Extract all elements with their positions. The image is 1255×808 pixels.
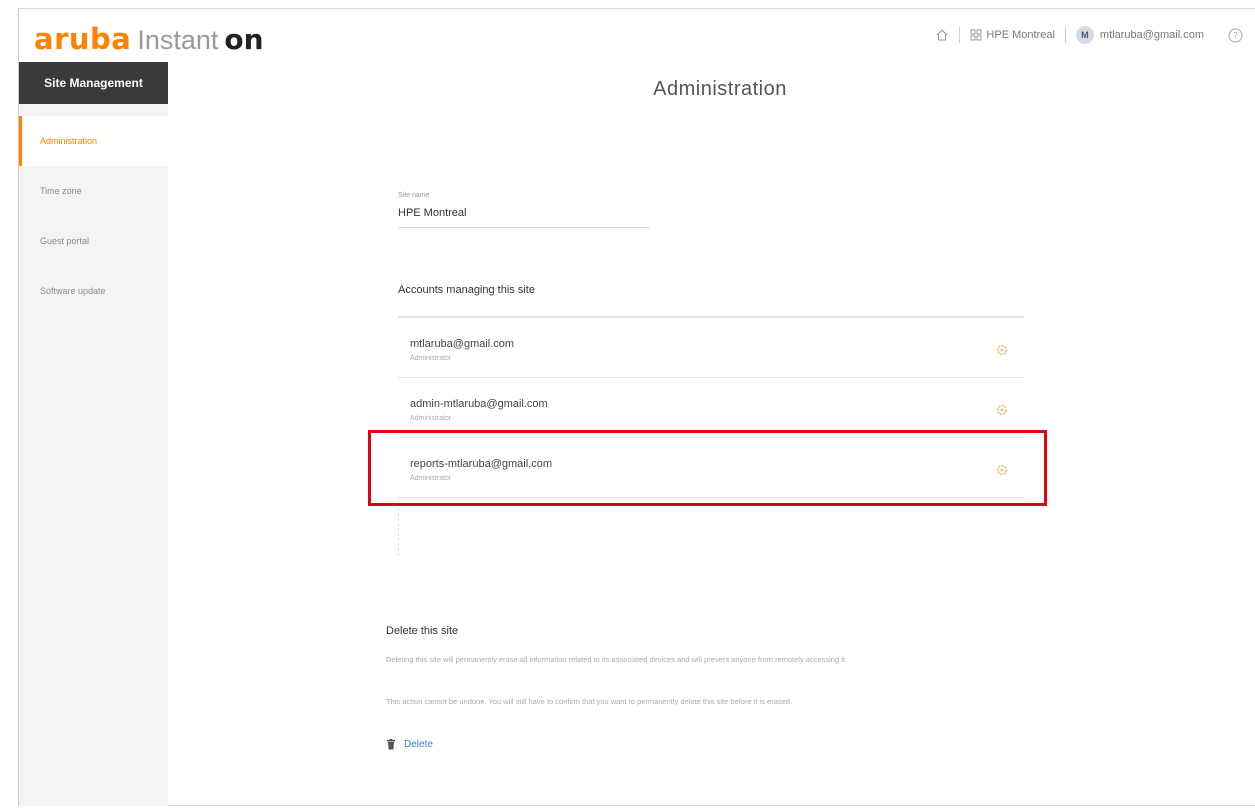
sidebar-nav: Administration Time zone Guest portal So… bbox=[19, 116, 168, 316]
delete-site-button[interactable]: Delete bbox=[386, 739, 433, 750]
site-switcher[interactable]: HPE Montreal bbox=[970, 29, 1055, 41]
account-email: mtlaruba@gmail.com bbox=[410, 338, 515, 350]
sidebar: Site Management Administration Time zone… bbox=[19, 62, 168, 806]
delete-section-title: Delete this site bbox=[386, 625, 459, 637]
header-divider bbox=[959, 27, 961, 43]
gear-icon[interactable] bbox=[996, 404, 1008, 416]
header-toolbar: HPE Montreal M mtlaruba@gmail.com ? bbox=[935, 24, 1243, 46]
sidebar-header: Site Management bbox=[19, 62, 168, 104]
sidebar-item-guest-portal[interactable]: Guest portal bbox=[19, 216, 168, 266]
grid-icon bbox=[970, 29, 982, 41]
gear-icon[interactable] bbox=[996, 344, 1008, 356]
accounts-section-title: Accounts managing this site bbox=[398, 284, 535, 296]
site-name-field: Site name HPE Montreal bbox=[398, 192, 650, 228]
sidebar-item-time-zone[interactable]: Time zone bbox=[19, 166, 168, 216]
delete-description: Deleting this site will permanently eras… bbox=[386, 655, 848, 664]
delete-label: Delete bbox=[404, 739, 433, 750]
highlight-box bbox=[368, 430, 1047, 506]
delete-warning: This action cannot be undone. You will s… bbox=[386, 697, 793, 706]
aruba-instant-on-logo: aruba Instant on bbox=[34, 22, 264, 56]
avatar: M bbox=[1075, 26, 1094, 44]
site-name-input[interactable]: HPE Montreal bbox=[398, 207, 650, 228]
home-icon[interactable] bbox=[935, 28, 949, 42]
site-name-label: Site name bbox=[398, 192, 430, 199]
account-role: Administrator bbox=[410, 355, 452, 362]
account-email: admin-mtlaruba@gmail.com bbox=[410, 398, 548, 410]
logo-product-suffix: on bbox=[224, 23, 264, 56]
trash-icon bbox=[387, 739, 395, 750]
user-email: mtlaruba@gmail.com bbox=[1099, 29, 1204, 41]
header-divider bbox=[1064, 27, 1066, 43]
page-title: Administration bbox=[653, 78, 787, 100]
site-switcher-label: HPE Montreal bbox=[986, 29, 1055, 41]
user-menu[interactable]: M mtlaruba@gmail.com bbox=[1075, 26, 1204, 44]
accounts-empty-area bbox=[398, 498, 1024, 556]
account-role: Administrator bbox=[410, 415, 452, 422]
account-row[interactable]: admin-mtlaruba@gmail.com Administrator bbox=[398, 378, 1024, 438]
account-row[interactable]: mtlaruba@gmail.com Administrator bbox=[398, 318, 1024, 378]
logo-brand: aruba bbox=[34, 22, 132, 56]
logo-product: Instant bbox=[137, 25, 219, 55]
help-icon[interactable]: ? bbox=[1228, 28, 1243, 43]
svg-text:?: ? bbox=[1233, 31, 1238, 41]
sidebar-item-administration[interactable]: Administration bbox=[19, 116, 168, 166]
sidebar-item-software-update[interactable]: Software update bbox=[19, 266, 168, 316]
